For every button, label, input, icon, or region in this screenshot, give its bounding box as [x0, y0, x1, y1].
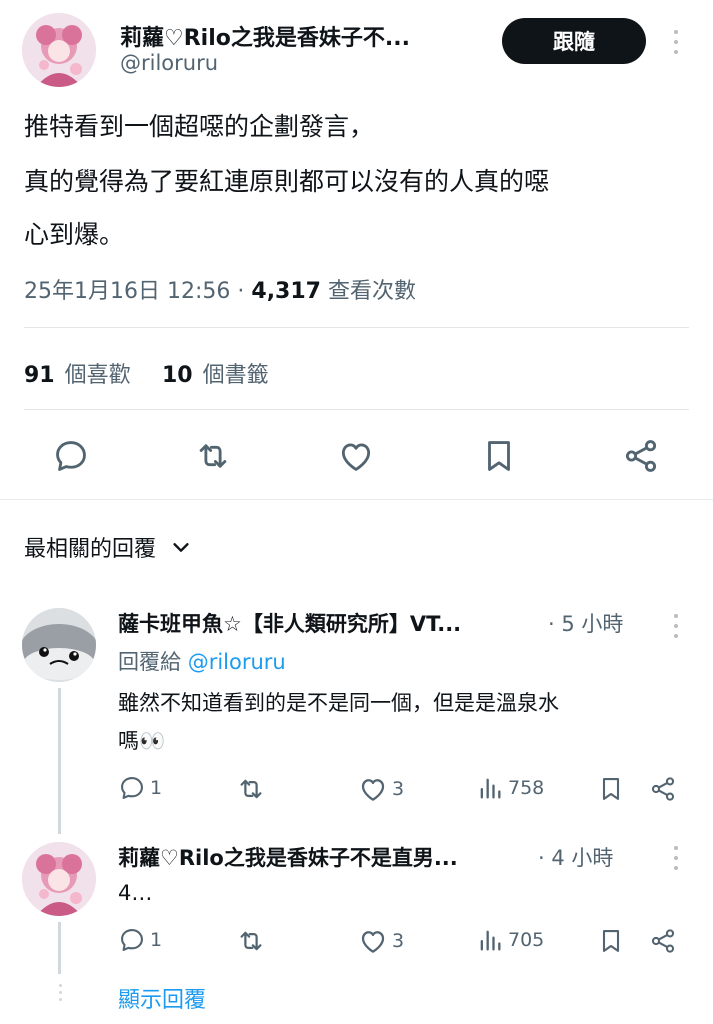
likes-count: 91: [24, 363, 55, 388]
reply-count: 1: [150, 929, 163, 951]
reply-to-prefix: 回覆給: [118, 650, 181, 674]
share-icon: [651, 929, 675, 953]
retweet-icon: [240, 931, 262, 951]
reply-timestamp[interactable]: · 5 小時: [548, 608, 623, 638]
like-action[interactable]: 3: [358, 926, 404, 956]
meta-separator: ·: [237, 279, 245, 304]
more-vert-icon[interactable]: [673, 614, 679, 638]
follow-button[interactable]: 跟隨: [502, 18, 646, 64]
views-icon: [480, 778, 501, 799]
views-action[interactable]: 758: [476, 774, 544, 802]
more-vert-icon[interactable]: [673, 846, 679, 870]
reply-text-line-1: 4…: [118, 881, 153, 905]
tweet-text-line-3: 心到爆。: [24, 220, 125, 249]
bookmark-action[interactable]: [597, 926, 625, 960]
share-action[interactable]: [649, 926, 677, 960]
avatar-creature-image: [22, 608, 96, 682]
show-replies-link[interactable]: 顯示回覆: [118, 982, 206, 1014]
like-icon: [361, 931, 385, 953]
thread-dots-icon: [57, 984, 63, 1001]
like-count: 3: [392, 930, 405, 952]
tweet-meta: 25年1月16日 12:56 · 4,317 查看次數: [24, 273, 416, 305]
reply-avatar[interactable]: [22, 608, 96, 682]
reply-to-handle[interactable]: @riloruru: [188, 650, 286, 674]
reply-avatar[interactable]: [22, 842, 96, 916]
bookmarks-stat[interactable]: 10 個書籤: [162, 357, 269, 389]
reply-icon[interactable]: [51, 436, 91, 476]
bookmark-icon: [602, 778, 620, 800]
views-action[interactable]: 705: [476, 926, 544, 954]
reply-count: 1: [150, 777, 163, 799]
author-handle[interactable]: @riloruru: [120, 51, 218, 75]
share-icon[interactable]: [621, 436, 661, 476]
section-divider: [0, 499, 713, 500]
tweet-text-line-1: 推特看到一個超噁的企劃發言，: [24, 112, 375, 141]
reply-to: 回覆給 @riloruru: [118, 646, 286, 676]
bookmark-action[interactable]: [597, 774, 625, 808]
retweet-icon: [240, 779, 262, 799]
avatar-anime-girl-image: [22, 842, 96, 916]
reply-text-line-1: 雖然不知道看到的是不是同一個，但是是溫泉水: [118, 691, 559, 715]
more-vert-icon[interactable]: [673, 30, 679, 54]
retweet-action[interactable]: [236, 926, 266, 960]
share-action[interactable]: [649, 774, 677, 808]
like-icon[interactable]: [336, 436, 376, 476]
author-avatar[interactable]: [22, 13, 96, 87]
reply-icon: [121, 929, 143, 951]
retweet-action[interactable]: [236, 774, 266, 808]
likes-label: 個喜歡: [64, 363, 131, 388]
views-count: 758: [508, 777, 545, 799]
like-count: 3: [392, 778, 405, 800]
bookmark-icon[interactable]: [479, 436, 519, 476]
like-action[interactable]: 3: [358, 774, 404, 804]
divider: [24, 409, 689, 410]
chevron-down-icon: [173, 543, 189, 552]
thread-line: [58, 688, 61, 834]
reply-author-name[interactable]: 薩卡班甲魚☆【非人類研究所】VT...: [118, 608, 548, 638]
reply-action[interactable]: 1: [118, 926, 162, 954]
author-name[interactable]: 莉蘿♡Rilo之我是香妹子不...: [120, 20, 480, 52]
views-icon: [480, 930, 501, 951]
reply-icon: [121, 777, 143, 799]
reply-text-line-2: 嗎👀: [118, 729, 166, 753]
tweet-text-line-2: 真的覺得為了要紅連原則都可以沒有的人真的噁: [24, 167, 550, 196]
like-icon: [361, 779, 385, 801]
likes-stat[interactable]: 91 個喜歡: [24, 357, 131, 389]
reply-author-name[interactable]: 莉蘿♡Rilo之我是香妹子不是直男...: [118, 842, 536, 872]
bookmarks-label: 個書籤: [202, 363, 269, 388]
reply-timestamp[interactable]: · 4 小時: [538, 842, 613, 872]
bookmarks-count: 10: [162, 363, 193, 388]
thread-line: [58, 922, 61, 974]
views-label: 查看次數: [327, 279, 416, 304]
share-icon: [651, 777, 675, 801]
avatar-anime-girl-image: [22, 13, 96, 87]
divider: [24, 327, 689, 328]
bookmark-icon: [602, 930, 620, 952]
views-count: 4,317: [251, 279, 321, 304]
tweet-timestamp[interactable]: 25年1月16日 12:56: [24, 279, 230, 304]
replies-sort-label: 最相關的回覆: [24, 537, 157, 562]
views-count: 705: [508, 929, 545, 951]
reply-action[interactable]: 1: [118, 774, 162, 802]
retweet-icon[interactable]: [193, 436, 233, 476]
replies-sort-dropdown[interactable]: 最相關的回覆: [24, 531, 192, 563]
